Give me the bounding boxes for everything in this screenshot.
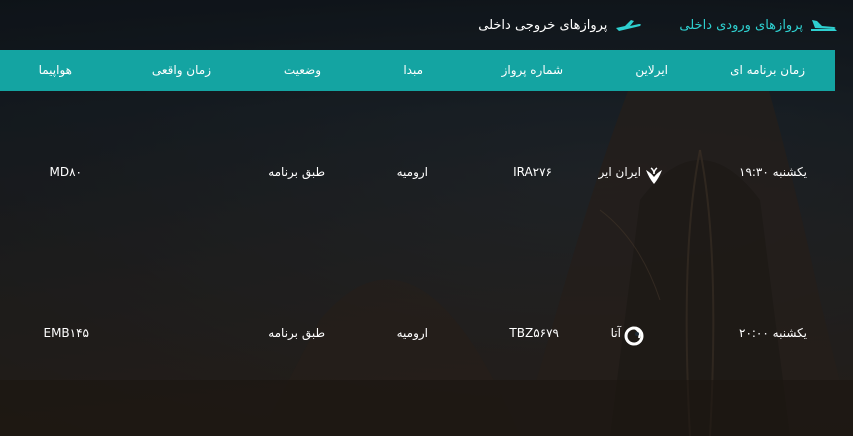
airline-cell: آتا [611, 313, 645, 353]
tab-label: پروازهای خروجی داخلی [478, 17, 608, 33]
origin: ارومیه [396, 326, 428, 340]
tab-domestic-arrivals[interactable]: پروازهای ورودی داخلی [679, 17, 839, 33]
aircraft-type: MD۸۰ [49, 165, 82, 179]
flight-status: طبق برنامه [268, 326, 325, 340]
column-header-flight-number: شماره پرواز [501, 63, 563, 77]
iran-air-logo [645, 162, 665, 184]
column-header-actual-time: زمان واقعی [151, 63, 211, 77]
table-row: یکشنبه ۲۰:۰۰ آتا TBZ۵۶۷۹ ارومیه طبق برنا… [0, 313, 835, 353]
tab-domestic-departures[interactable]: پروازهای خروجی داخلی [478, 17, 643, 33]
column-header-aircraft: هواپیما [38, 63, 72, 77]
origin: ارومیه [396, 165, 428, 179]
ata-logo [624, 323, 645, 346]
airline-cell: ایران ایر [598, 152, 665, 192]
flight-number: IRA۲۷۶ [513, 165, 552, 179]
column-header-status: وضعیت [283, 63, 321, 77]
scheduled-time: یکشنبه ۲۰:۰۰ [739, 326, 807, 340]
airline-name: ایران ایر [598, 165, 641, 179]
plane-landing-icon [809, 17, 839, 33]
tab-label: پروازهای ورودی داخلی [679, 17, 803, 33]
plane-takeoff-icon [613, 17, 643, 33]
table-row: یکشنبه ۱۹:۳۰ ایران ایر IRA۲۷۶ ارومیه طبق… [0, 152, 835, 192]
flight-tabs: پروازهای ورودی داخلی پروازهای خروجی داخل… [0, 0, 853, 50]
aircraft-type: EMB۱۴۵ [43, 326, 89, 340]
flight-number: TBZ۵۶۷۹ [509, 326, 559, 340]
column-header-origin: مبدا [403, 63, 423, 77]
table-header: زمان برنامه ای ایرلاین شماره پرواز مبدا … [0, 50, 835, 91]
flight-status: طبق برنامه [268, 165, 325, 179]
airline-name: آتا [610, 326, 621, 340]
column-header-airline: ایرلاین [635, 63, 668, 77]
column-header-scheduled-time: زمان برنامه ای [730, 63, 805, 77]
scheduled-time: یکشنبه ۱۹:۳۰ [739, 165, 807, 179]
